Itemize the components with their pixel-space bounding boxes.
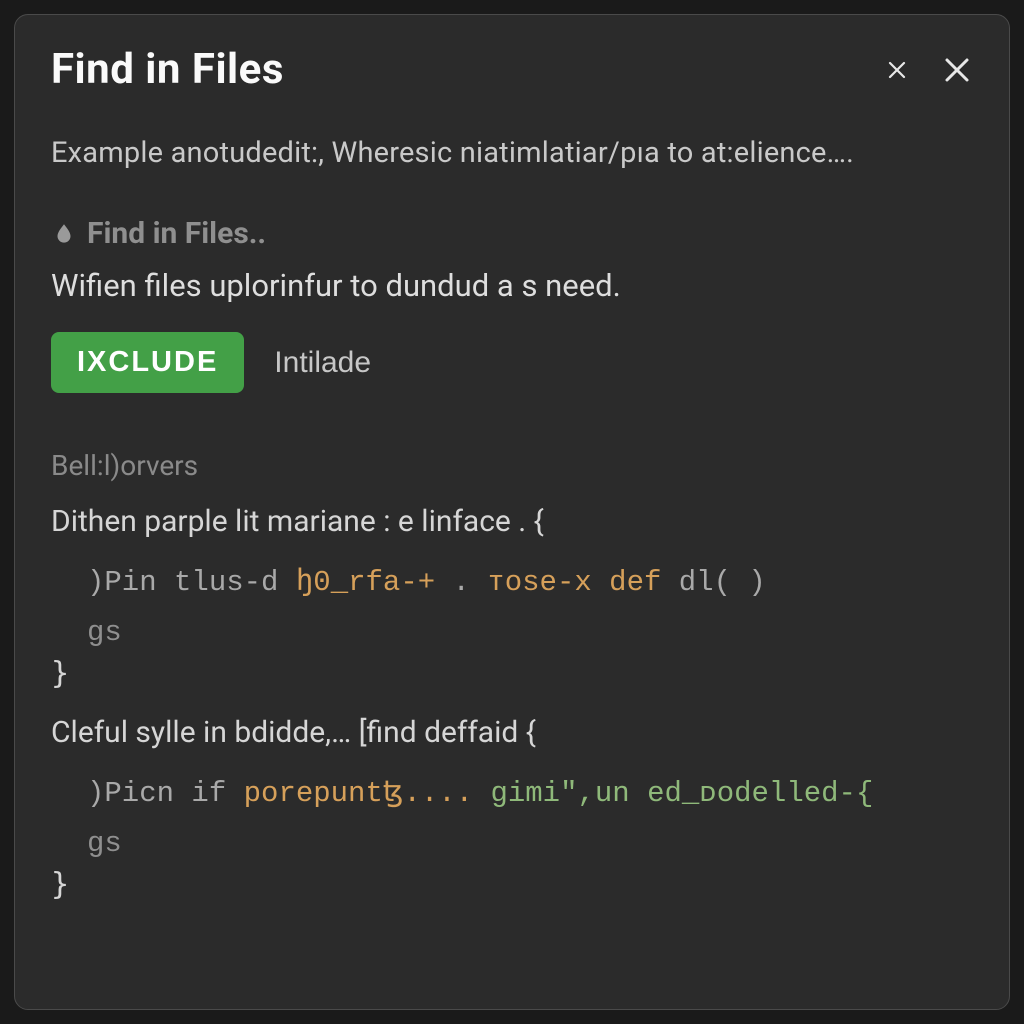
intilade-button[interactable]: Intilade: [274, 346, 371, 380]
code-snippet: )Picn if porepuntꜩ.... gimi",un ed_ᴅodel…: [51, 772, 973, 865]
code-token: ᴛose-x: [487, 566, 591, 599]
closing-brace: }: [51, 867, 973, 902]
code-token: ",un: [560, 777, 647, 810]
code-text: [473, 777, 490, 810]
result-header: Cleful sylle in bdidde,… [find deffaid {: [51, 715, 973, 750]
code-text: .: [435, 566, 487, 599]
close-button-group: [881, 54, 973, 86]
dialog-header: Find in Files: [51, 45, 973, 94]
code-token: gimi: [490, 777, 560, 810]
code-token: def: [592, 566, 679, 599]
code-token: porepuntꜩ....: [244, 777, 473, 810]
find-in-files-dialog: Find in Files Example anotudedit:, Where…: [14, 14, 1010, 1010]
section-description: Wifien files uplorinfur to dundud a s ne…: [51, 267, 973, 304]
result-header: Dithen parple lit mariane : e linface . …: [51, 504, 973, 539]
include-button[interactable]: IXCLUDE: [51, 332, 244, 393]
code-text: ed_ᴅodelled-{: [647, 777, 873, 810]
code-text: dl( ): [679, 566, 766, 599]
results-group-label: Bell:l)orvers: [51, 449, 973, 482]
search-result[interactable]: Cleful sylle in bdidde,… [find deffaid {…: [51, 715, 973, 902]
closing-brace: }: [51, 656, 973, 691]
code-text: )Picn if: [87, 777, 244, 810]
search-result[interactable]: Dithen parple lit mariane : e linface . …: [51, 504, 973, 691]
close-icon[interactable]: [941, 54, 973, 86]
code-suffix: gs: [87, 611, 973, 655]
dialog-subtitle: Example anotudedit:, Wheresic niatimlati…: [51, 136, 973, 170]
drop-icon: [51, 221, 77, 247]
close-icon[interactable]: [881, 54, 913, 86]
code-text: )Pin tlus-d: [87, 566, 296, 599]
section-label[interactable]: Find in Files..: [51, 216, 973, 251]
button-row: IXCLUDE Intilade: [51, 332, 973, 393]
dialog-title: Find in Files: [51, 45, 284, 94]
code-suffix: gs: [87, 822, 973, 866]
code-token: ꜧ0_rfa-+: [296, 566, 435, 599]
code-snippet: )Pin tlus-d ꜧ0_rfa-+ . ᴛose-x def dl( ) …: [51, 561, 973, 654]
section-label-text: Find in Files..: [87, 216, 266, 251]
